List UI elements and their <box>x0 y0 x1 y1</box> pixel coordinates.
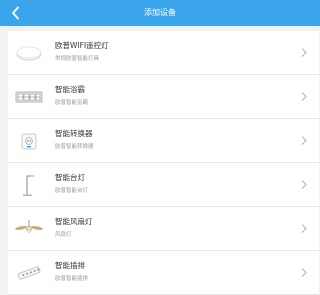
chevron-right-icon <box>301 224 307 233</box>
device-item-desk-lamp[interactable]: 智能台灯 欧普智能台灯 <box>8 163 319 207</box>
page-title: 添加设备 <box>144 8 176 17</box>
device-title: 智能插排 <box>55 261 85 270</box>
device-subtitle: 欧普智能插排 <box>55 276 89 282</box>
chevron-right-icon <box>301 48 307 57</box>
chevron-right-icon <box>301 136 307 145</box>
device-list: 欧普WIFI遥控灯 常规欧普智能灯具 智能浴霸 欧普智能浴霸 智能转换器 欧普智… <box>8 31 319 295</box>
device-subtitle: 欧普智能浴霸 <box>55 100 89 106</box>
device-title: 智能风扇灯 <box>55 217 93 226</box>
fan-lamp-icon <box>15 220 43 233</box>
device-title: 智能台灯 <box>55 173 85 182</box>
device-item-power-strip[interactable]: 智能插排 欧普智能插排 <box>8 251 319 295</box>
top-bar: 添加设备 <box>0 0 320 26</box>
desk-lamp-icon <box>23 175 35 196</box>
device-subtitle: 风扇灯 <box>55 232 72 238</box>
ceiling-lamp-icon <box>16 46 42 61</box>
device-title: 智能转换器 <box>55 129 93 138</box>
chevron-right-icon <box>301 268 307 277</box>
device-item-fan-lamp[interactable]: 智能风扇灯 风扇灯 <box>8 207 319 251</box>
device-item-wifi-remote-lamp[interactable]: 欧普WIFI遥控灯 常规欧普智能灯具 <box>8 31 319 75</box>
power-strip-icon <box>17 266 41 280</box>
chevron-right-icon <box>301 180 307 189</box>
device-title: 欧普WIFI遥控灯 <box>55 41 109 50</box>
device-item-smart-converter[interactable]: 智能转换器 欧普智能转换器 <box>8 119 319 163</box>
device-item-bath-heater[interactable]: 智能浴霸 欧普智能浴霸 <box>8 75 319 119</box>
bath-heater-icon <box>15 91 43 103</box>
device-subtitle: 欧普智能转换器 <box>55 144 94 150</box>
device-title: 智能浴霸 <box>55 85 85 94</box>
device-subtitle: 常规欧普智能灯具 <box>55 56 100 62</box>
chevron-right-icon <box>301 92 307 101</box>
device-subtitle: 欧普智能台灯 <box>55 188 89 194</box>
smart-plug-icon <box>21 133 37 150</box>
